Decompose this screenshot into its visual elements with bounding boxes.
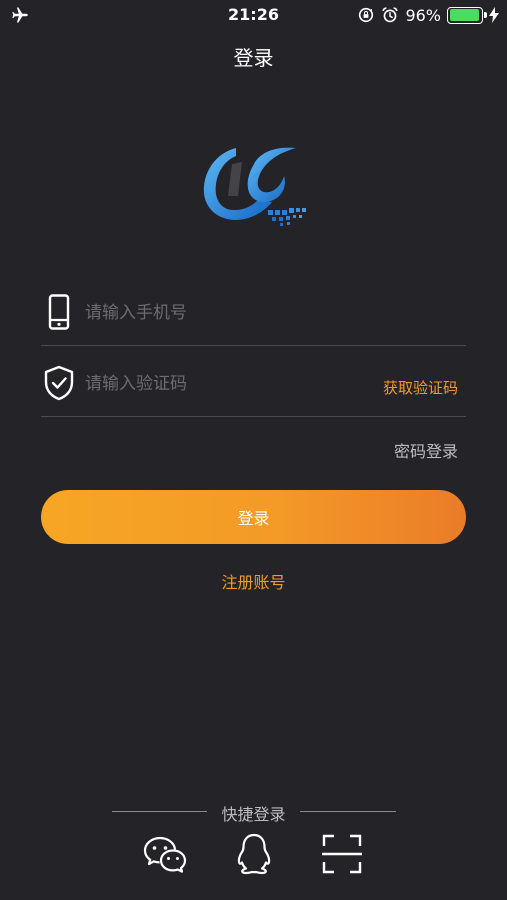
phone-icon — [48, 294, 70, 330]
phone-field-row — [41, 286, 466, 346]
charging-icon — [489, 7, 499, 23]
orientation-lock-icon — [359, 7, 374, 23]
battery-fill — [449, 9, 480, 21]
quick-login-divider-right — [300, 811, 396, 812]
get-code-button[interactable]: 获取验证码 — [383, 377, 458, 398]
status-bar: 21:26 96% — [0, 0, 507, 30]
qq-icon[interactable] — [232, 832, 276, 876]
status-right-group: 96% — [357, 4, 499, 26]
shield-check-icon — [44, 365, 74, 401]
alarm-icon — [382, 7, 398, 23]
app-logo — [203, 147, 306, 226]
wechat-icon[interactable] — [143, 832, 187, 876]
battery-icon — [447, 6, 487, 24]
scan-icon[interactable] — [320, 832, 364, 876]
register-link[interactable]: 注册账号 — [0, 569, 507, 593]
page-title: 登录 — [233, 46, 274, 70]
login-button[interactable]: 登录 — [41, 490, 466, 544]
verification-code-input[interactable] — [85, 367, 365, 401]
phone-input[interactable] — [85, 296, 365, 330]
code-field-row: 获取验证码 — [41, 357, 466, 417]
password-login-link[interactable]: 密码登录 — [394, 438, 458, 462]
login-screen: 21:26 96% 登录 请输入手机号 请输入验证码 获取验证码 密码登录 登录… — [0, 0, 507, 900]
quick-login-label: 快捷登录 — [221, 805, 286, 824]
battery-percent: 96% — [405, 5, 441, 25]
